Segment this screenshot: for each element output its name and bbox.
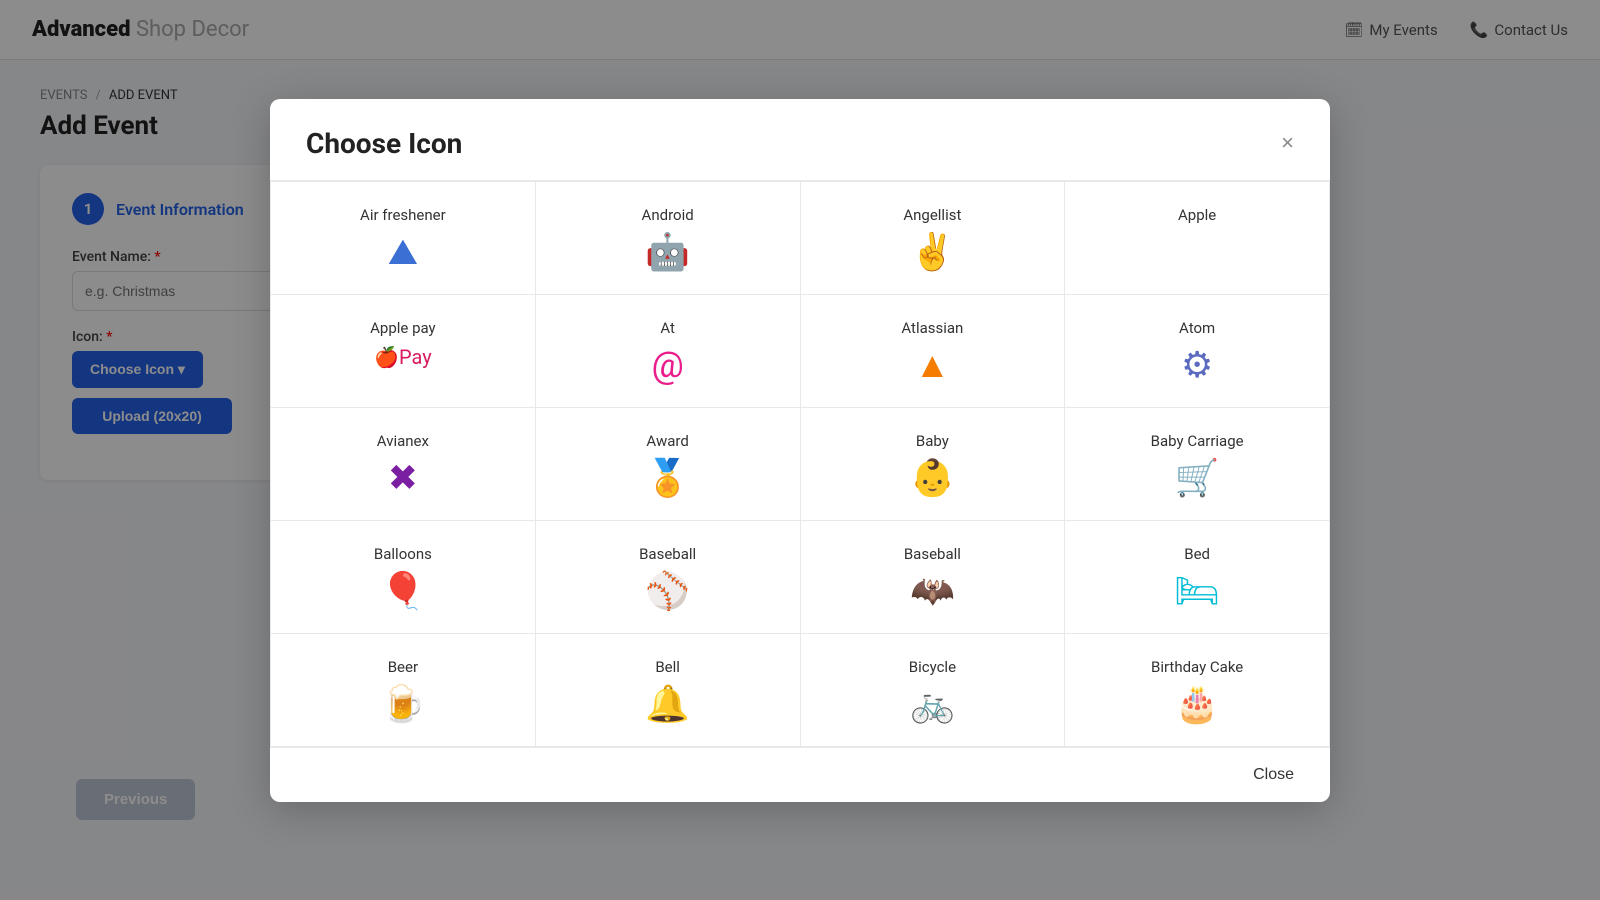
icon-cell-baseball-bat[interactable]: Baseball 🦇 bbox=[801, 521, 1066, 634]
icon-symbol-bicycle: 🚲 bbox=[910, 686, 955, 722]
icon-name-apple-pay: Apple pay bbox=[370, 319, 436, 337]
icon-name-bell: Bell bbox=[655, 658, 680, 676]
icon-name-at: At bbox=[660, 319, 675, 337]
modal-title: Choose Icon bbox=[306, 127, 462, 160]
icon-symbol-baseball-bat: 🦇 bbox=[910, 573, 955, 609]
choose-icon-modal: Choose Icon × Air freshener ⛰ Android 🤖 … bbox=[270, 99, 1330, 802]
icon-name-bed: Bed bbox=[1184, 545, 1210, 563]
icon-cell-android[interactable]: Android 🤖 bbox=[536, 182, 801, 295]
icon-name-baby-carriage: Baby Carriage bbox=[1151, 432, 1244, 450]
modal-body[interactable]: Air freshener ⛰ Android 🤖 Angellist ✌️ A… bbox=[270, 181, 1330, 747]
icon-symbol-avianex: ✖ bbox=[388, 460, 418, 496]
icon-name-birthday-cake: Birthday Cake bbox=[1151, 658, 1243, 676]
icon-symbol-bed: 🛏 bbox=[1174, 573, 1220, 609]
icon-symbol-birthday-cake: 🎂 bbox=[1175, 686, 1220, 722]
icon-name-avianex: Avianex bbox=[377, 432, 429, 450]
icon-name-bicycle: Bicycle bbox=[909, 658, 956, 676]
icon-cell-angellist[interactable]: Angellist ✌️ bbox=[801, 182, 1066, 295]
icon-cell-beer[interactable]: Beer 🍺 bbox=[271, 634, 536, 747]
modal-close-button[interactable]: Close bbox=[1253, 766, 1294, 784]
icon-cell-air-freshener[interactable]: Air freshener ⛰ bbox=[271, 182, 536, 295]
modal-overlay: Choose Icon × Air freshener ⛰ Android 🤖 … bbox=[0, 0, 1600, 900]
icon-cell-atom[interactable]: Atom ⚙ bbox=[1065, 295, 1330, 408]
icon-symbol-balloons: 🎈 bbox=[380, 573, 425, 609]
icon-cell-bicycle[interactable]: Bicycle 🚲 bbox=[801, 634, 1066, 747]
icon-symbol-atom: ⚙ bbox=[1181, 347, 1213, 383]
icon-name-apple: Apple bbox=[1178, 206, 1216, 224]
icon-symbol-baby-carriage: 🛒 bbox=[1175, 460, 1220, 496]
icon-name-atom: Atom bbox=[1179, 319, 1215, 337]
icon-name-air-freshener: Air freshener bbox=[360, 206, 446, 224]
icon-name-atlassian: Atlassian bbox=[901, 319, 963, 337]
icon-symbol-apple-pay: 🍎Pay bbox=[374, 347, 432, 367]
icon-cell-apple[interactable]: Apple bbox=[1065, 182, 1330, 295]
icon-cell-avianex[interactable]: Avianex ✖ bbox=[271, 408, 536, 521]
icon-cell-apple-pay[interactable]: Apple pay 🍎Pay bbox=[271, 295, 536, 408]
icon-symbol-bell: 🔔 bbox=[645, 686, 690, 722]
icon-grid: Air freshener ⛰ Android 🤖 Angellist ✌️ A… bbox=[270, 181, 1330, 747]
icon-name-baseball-ball: Baseball bbox=[639, 545, 696, 563]
modal-header: Choose Icon × bbox=[270, 99, 1330, 181]
icon-cell-bed[interactable]: Bed 🛏 bbox=[1065, 521, 1330, 634]
modal-footer: Close bbox=[270, 747, 1330, 802]
icon-symbol-air-freshener: ⛰ bbox=[388, 234, 418, 270]
icon-name-baby: Baby bbox=[916, 432, 949, 450]
icon-cell-baby[interactable]: Baby 👶 bbox=[801, 408, 1066, 521]
icon-symbol-at: @ bbox=[651, 347, 683, 383]
icon-symbol-award: 🏅 bbox=[645, 460, 690, 496]
icon-name-angellist: Angellist bbox=[903, 206, 961, 224]
icon-cell-balloons[interactable]: Balloons 🎈 bbox=[271, 521, 536, 634]
icon-cell-award[interactable]: Award 🏅 bbox=[536, 408, 801, 521]
modal-close-x-button[interactable]: × bbox=[1281, 132, 1294, 154]
icon-symbol-atlassian: ▲ bbox=[915, 347, 951, 383]
icon-symbol-baseball-ball: ⚾ bbox=[645, 573, 690, 609]
icon-cell-at[interactable]: At @ bbox=[536, 295, 801, 408]
icon-cell-baby-carriage[interactable]: Baby Carriage 🛒 bbox=[1065, 408, 1330, 521]
icon-cell-bell[interactable]: Bell 🔔 bbox=[536, 634, 801, 747]
icon-cell-baseball-ball[interactable]: Baseball ⚾ bbox=[536, 521, 801, 634]
icon-symbol-baby: 👶 bbox=[910, 460, 955, 496]
icon-symbol-android: 🤖 bbox=[645, 234, 690, 270]
icon-name-android: Android bbox=[642, 206, 694, 224]
icon-name-balloons: Balloons bbox=[374, 545, 432, 563]
icon-symbol-angellist: ✌️ bbox=[910, 234, 955, 270]
icon-symbol-beer: 🍺 bbox=[380, 686, 425, 722]
icon-name-baseball-bat: Baseball bbox=[904, 545, 961, 563]
icon-cell-birthday-cake[interactable]: Birthday Cake 🎂 bbox=[1065, 634, 1330, 747]
icon-cell-atlassian[interactable]: Atlassian ▲ bbox=[801, 295, 1066, 408]
icon-name-beer: Beer bbox=[388, 658, 418, 676]
icon-name-award: Award bbox=[646, 432, 688, 450]
